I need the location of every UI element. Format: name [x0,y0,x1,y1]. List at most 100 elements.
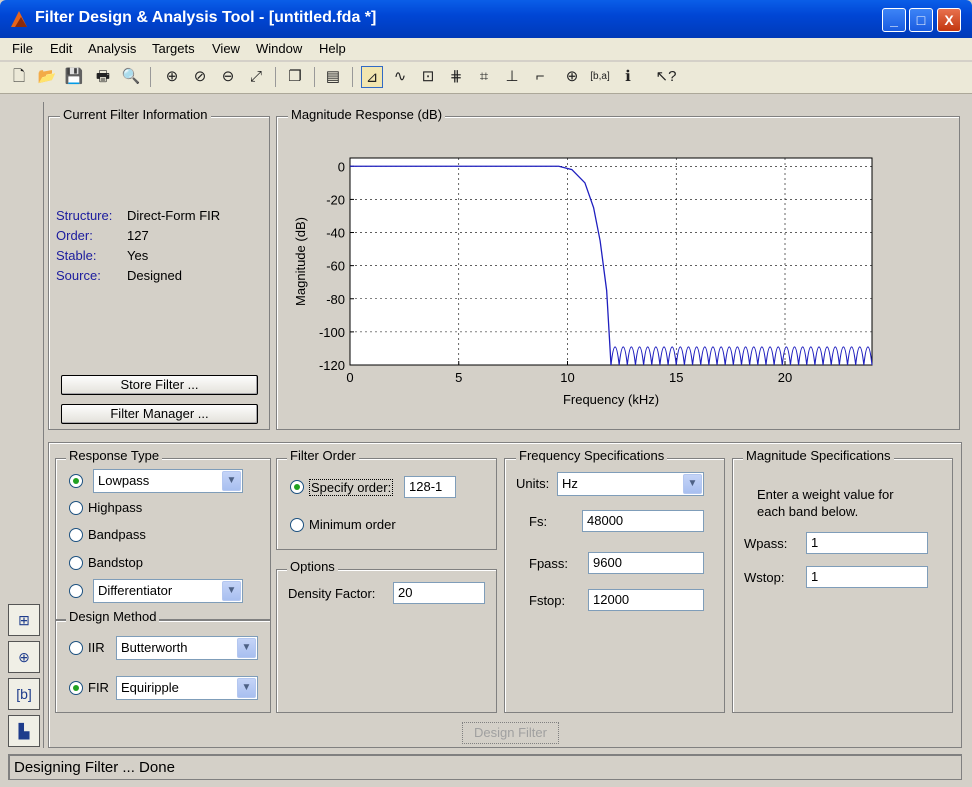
import-filter-icon[interactable]: [b] [8,678,40,710]
x-tick-label: 0 [346,370,353,385]
menu-targets[interactable]: Targets [152,41,195,56]
fpass-label: Fpass: [529,556,569,571]
zoom-in-icon[interactable]: ⊕ [161,66,183,88]
toolbar-separator [352,67,353,87]
pole-zero-icon[interactable]: ⊕ [561,66,583,88]
response-highpass-label: Highpass [88,500,143,515]
x-tick-label: 10 [560,370,574,385]
filter-info-label: Structure: [56,208,113,223]
units-label: Units: [516,476,550,491]
design-filter-button[interactable]: Design Filter [462,722,559,744]
select-value: Lowpass [98,473,150,488]
iir-label: IIR [88,640,105,655]
iir-method-select[interactable]: Butterworth ▼ [116,636,258,660]
zoom-x-icon[interactable]: ⊘ [189,66,211,88]
response-lowpass-radio[interactable] [69,474,83,488]
minimize-button[interactable]: _ [882,8,906,32]
close-button[interactable]: X [937,8,961,32]
x-tick-label: 5 [455,370,462,385]
y-tick-label: -80 [326,292,345,307]
y-tick-label: 0 [338,159,345,174]
specify-order-radio[interactable] [290,480,304,494]
fstop-label: Fstop: [529,593,566,608]
magnitude-response-icon[interactable]: ⊿ [361,66,383,88]
units-select[interactable]: Hz ▼ [557,472,704,496]
iir-radio[interactable] [69,641,83,655]
filter-info-value: 127 [127,228,149,243]
wpass-input[interactable]: 1 [806,532,928,554]
filter-info-icon[interactable]: ℹ [617,66,639,88]
title-bar: Filter Design & Analysis Tool - [untitle… [0,0,972,38]
wpass-label: Wpass: [744,536,788,551]
window-title: Filter Design & Analysis Tool - [untitle… [35,9,377,26]
menu-view[interactable]: View [212,41,240,56]
wstop-input[interactable]: 1 [806,566,928,588]
phase-delay-icon[interactable]: ⌗ [473,66,495,88]
fstop-input[interactable]: 12000 [588,589,704,611]
menu-bar: File Edit Analysis Targets View Window H… [0,38,972,60]
density-factor-label: Density Factor: [288,586,376,601]
magnitude-specs-title: Magnitude Specifications [743,448,894,463]
frequency-specs-title: Frequency Specifications [516,448,668,463]
fir-radio[interactable] [69,681,83,695]
menu-edit[interactable]: Edit [50,41,72,56]
toolbar-separator [275,67,276,87]
new-figure-icon[interactable]: ❐ [284,66,306,88]
toolbar-separator [150,67,151,87]
transform-filter-icon[interactable]: ▙ [8,715,40,747]
fir-method-select[interactable]: Equiripple ▼ [116,676,258,700]
chevron-down-icon: ▼ [683,474,702,494]
filter-coefficients-icon[interactable]: [b,a] [589,66,611,88]
menu-analysis[interactable]: Analysis [88,41,136,56]
current-filter-title: Current Filter Information [60,107,211,122]
y-tick-label: -60 [326,259,345,274]
response-differentiator-radio[interactable] [69,584,83,598]
phase-response-icon[interactable]: ∿ [389,66,411,88]
menu-window[interactable]: Window [256,41,302,56]
specify-order-label: Specify order: [309,479,394,496]
whats-this-icon[interactable]: ↖? [655,66,677,88]
mag-phase-icon[interactable]: ⊡ [417,66,439,88]
filter-specs-icon[interactable]: ▤ [322,66,344,88]
full-view-icon[interactable]: ⤢ [245,66,267,88]
select-value: Differentiator [98,583,173,598]
response-highpass-radio[interactable] [69,501,83,515]
weight-note-line2: each band below. [757,504,859,519]
toolbar-separator [314,67,315,87]
group-delay-icon[interactable]: ⋕ [445,66,467,88]
density-factor-input[interactable]: 20 [393,582,485,604]
open-icon[interactable]: 📂 [36,66,58,88]
save-icon[interactable]: 💾 [63,66,85,88]
menu-help[interactable]: Help [319,41,346,56]
pole-zero-editor-icon[interactable]: ⊕ [8,641,40,673]
print-icon[interactable]: 🖶 [92,66,114,88]
new-icon[interactable]: 🗋 [8,66,30,88]
filter-manager-button[interactable]: Filter Manager ... [61,404,258,424]
units-value: Hz [562,476,578,491]
fpass-input[interactable]: 9600 [588,552,704,574]
response-bandstop-radio[interactable] [69,556,83,570]
y-tick-label: -100 [319,325,345,340]
options-title: Options [287,559,338,574]
design-method-title: Design Method [66,609,160,624]
menu-file[interactable]: File [12,41,33,56]
fs-label: Fs: [529,514,548,529]
response-differentiator-select[interactable]: Differentiator ▼ [93,579,243,603]
impulse-response-icon[interactable]: ⊥ [501,66,523,88]
filter-order-frame [276,458,497,550]
store-filter-button[interactable]: Store Filter ... [61,375,258,395]
filter-info-value: Designed [127,268,182,283]
response-lowpass-select[interactable]: Lowpass ▼ [93,469,243,493]
response-bandpass-radio[interactable] [69,528,83,542]
fs-input[interactable]: 48000 [582,510,704,532]
order-input[interactable]: 128-1 [404,476,456,498]
chevron-down-icon: ▼ [237,678,256,698]
toolbar: 🗋 📂 💾 🖶 🔍 ⊕ ⊘ ⊖ ⤢ ❐ ▤ ⊿ ∿ ⊡ ⋕ ⌗ ⊥ ⌐ ⊕ [b,a] ℹ ↖? [0,62,972,94]
maximize-button[interactable]: □ [909,8,933,32]
design-filter-panel-icon[interactable]: ⊞ [8,604,40,636]
minimum-order-radio[interactable] [290,518,304,532]
step-response-icon[interactable]: ⌐ [529,66,551,88]
print-preview-icon[interactable]: 🔍 [120,66,142,88]
filter-info-label: Stable: [56,248,97,263]
zoom-y-icon[interactable]: ⊖ [217,66,239,88]
